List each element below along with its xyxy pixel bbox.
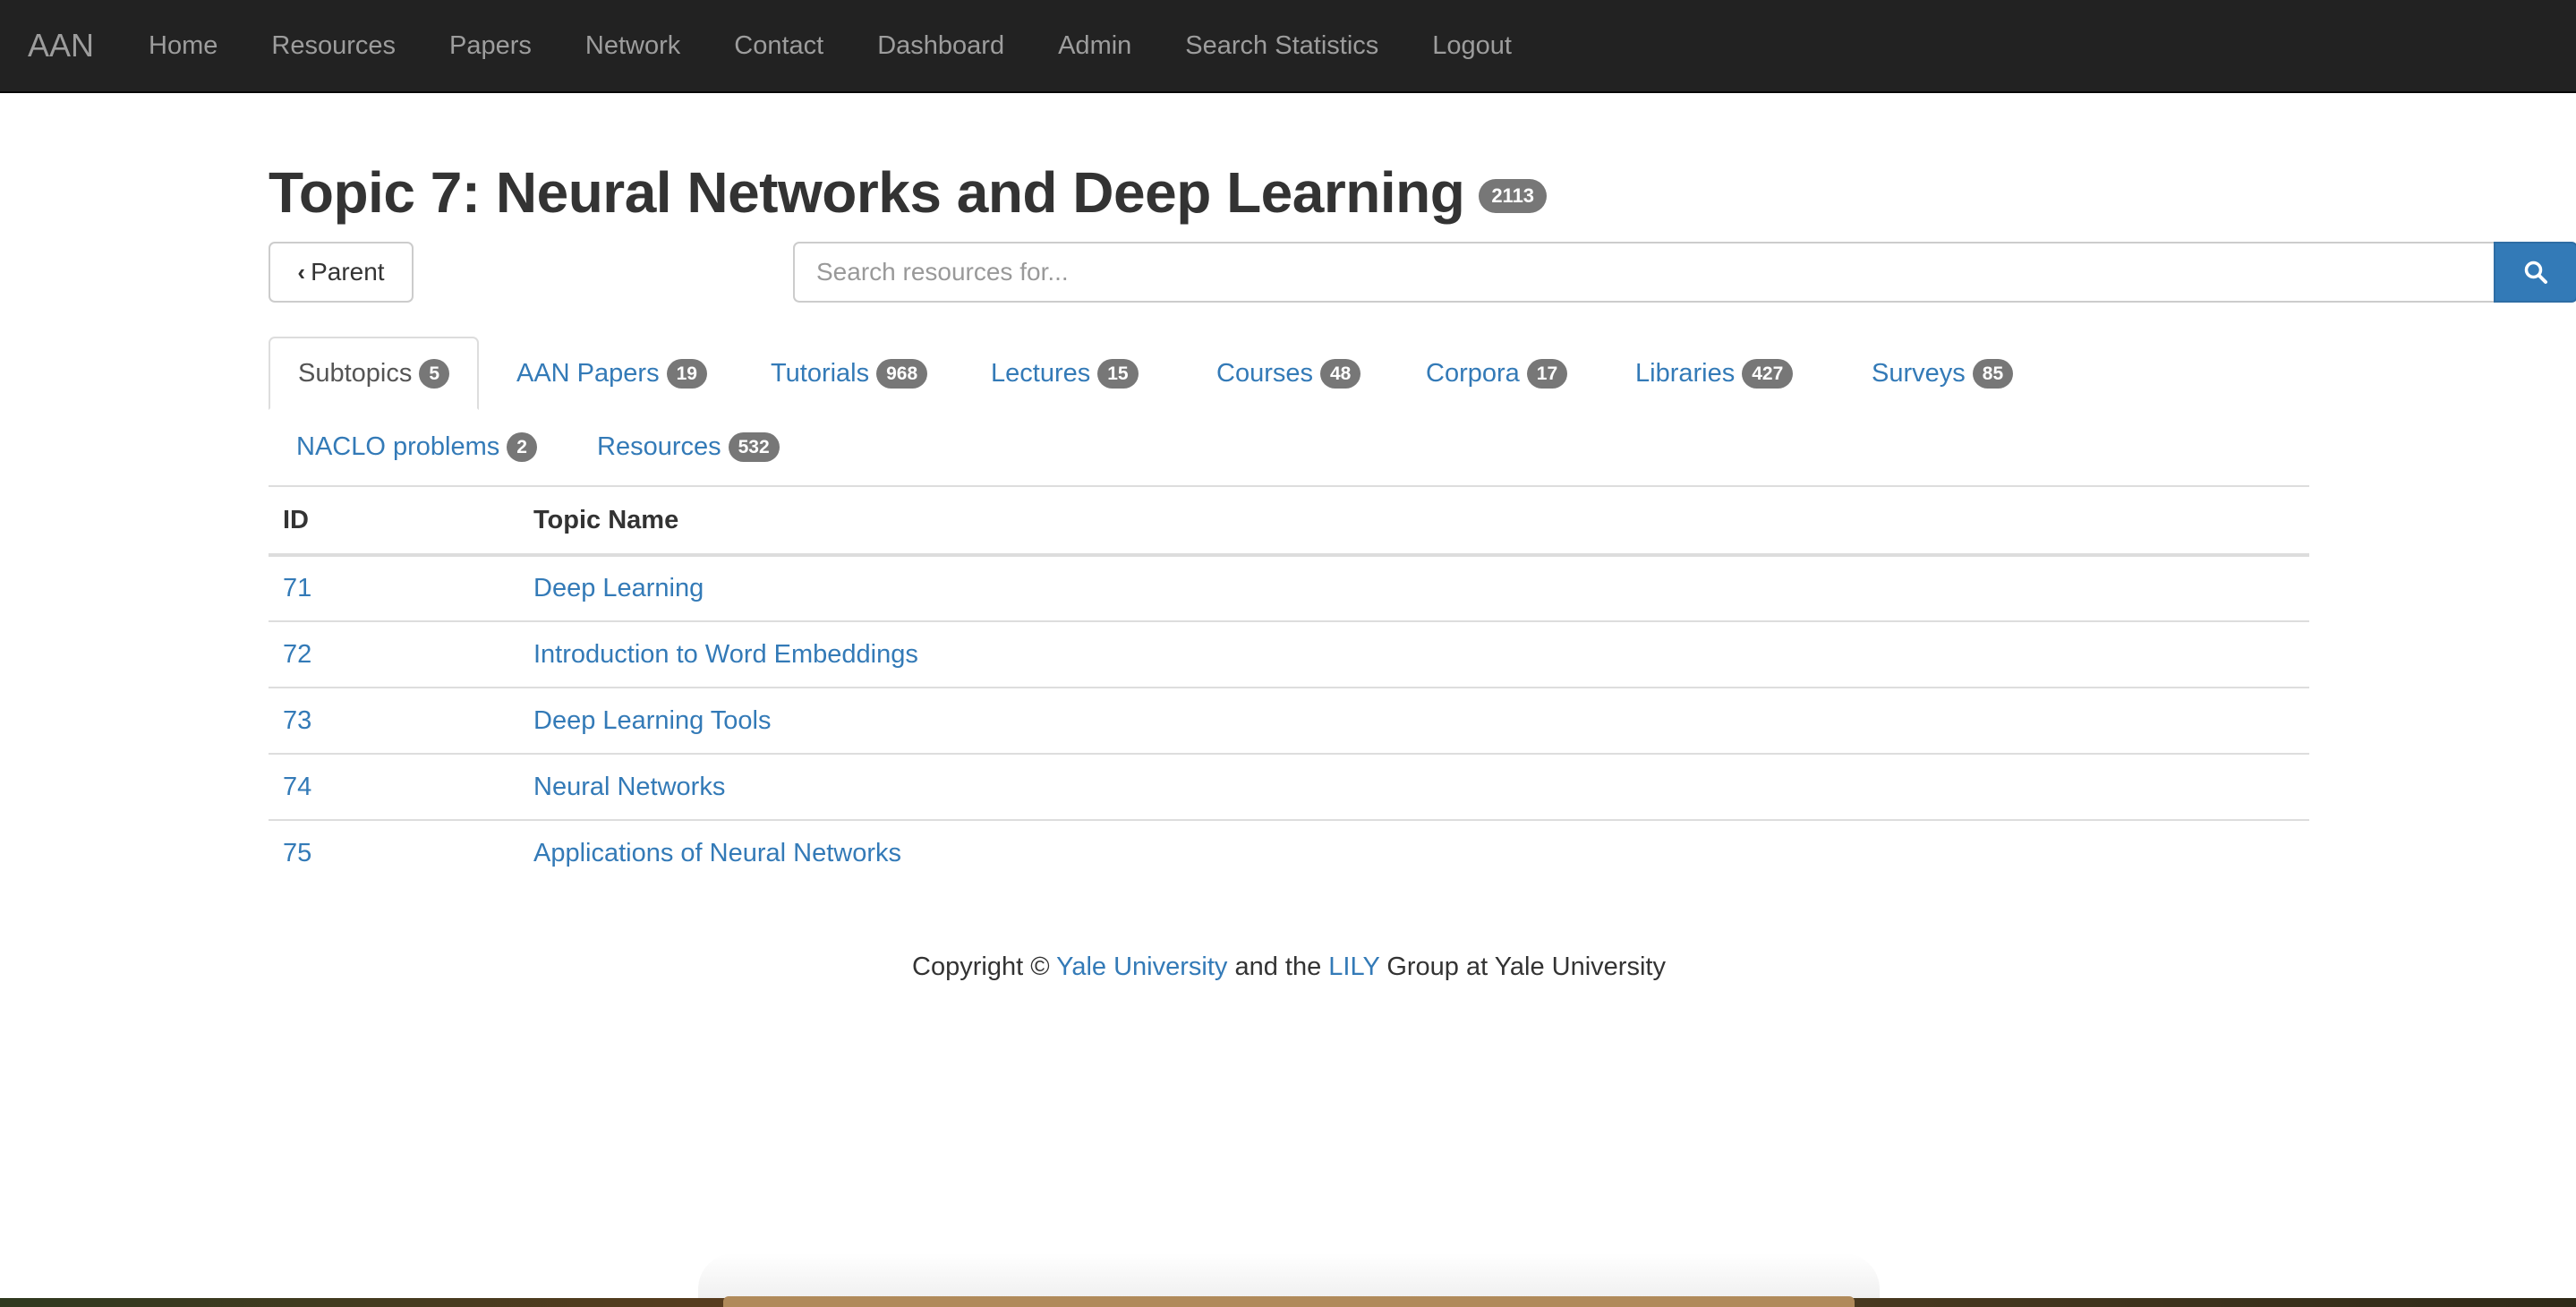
nav-search-statistics[interactable]: Search Statistics xyxy=(1158,31,1405,61)
topic-name-link[interactable]: Deep Learning xyxy=(533,574,704,602)
topic-name-link[interactable]: Applications of Neural Networks xyxy=(533,839,901,867)
tab-label: NACLO problems xyxy=(296,431,500,461)
topic-id-link[interactable]: 73 xyxy=(283,706,311,735)
table-row: 75 Applications of Neural Networks xyxy=(269,819,2309,886)
tab-count-badge: 19 xyxy=(666,358,707,389)
topic-count-badge: 2113 xyxy=(1479,179,1548,213)
column-header-id: ID xyxy=(269,487,519,557)
tab-count-badge: 15 xyxy=(1097,358,1139,389)
tab-label: Surveys xyxy=(1872,358,1966,388)
resource-tabs: Subtopics 5 AAN Papers 19 Tutorials 968 Lectur… xyxy=(269,337,2309,487)
nav-papers[interactable]: Papers xyxy=(422,31,559,61)
topic-id-link[interactable]: 71 xyxy=(283,574,311,602)
search-input[interactable] xyxy=(793,242,2494,303)
tab-count-badge: 85 xyxy=(1972,358,2014,389)
topic-name-link[interactable]: Deep Learning Tools xyxy=(533,706,772,735)
tab-label: Subtopics xyxy=(298,358,413,388)
tab-count-badge: 2 xyxy=(507,431,537,462)
tab-label: Libraries xyxy=(1635,358,1736,388)
topic-name-link[interactable]: Neural Networks xyxy=(533,773,725,801)
bottom-shadow xyxy=(698,1253,1880,1298)
nav-admin[interactable]: Admin xyxy=(1031,31,1158,61)
tab-count-badge: 532 xyxy=(728,431,780,462)
subtopics-table: ID Topic Name 71 Deep Learning 72 Introd… xyxy=(269,487,2309,886)
topic-id-link[interactable]: 75 xyxy=(283,839,311,867)
footer-prefix: Copyright © xyxy=(912,952,1050,981)
dock-edge xyxy=(723,1296,1855,1307)
title-row: Topic 7: Neural Networks and Deep Learni… xyxy=(269,159,1548,226)
table-row: 73 Deep Learning Tools xyxy=(269,687,2309,754)
lily-link[interactable]: LILY xyxy=(1328,952,1379,981)
tab-courses[interactable]: Courses 48 xyxy=(1189,337,1388,410)
tab-label: Tutorials xyxy=(771,358,870,388)
yale-university-link[interactable]: Yale University xyxy=(1056,952,1227,981)
topic-id-link[interactable]: 74 xyxy=(283,773,311,801)
tab-count-badge: 17 xyxy=(1526,358,1568,389)
brand-link[interactable]: AAN xyxy=(28,27,94,64)
column-header-topic-name: Topic Name xyxy=(519,487,2309,557)
table-row: 74 Neural Networks xyxy=(269,753,2309,820)
search-icon xyxy=(2524,261,2547,284)
tab-subtopics[interactable]: Subtopics 5 xyxy=(269,337,480,410)
nav-dashboard[interactable]: Dashboard xyxy=(850,31,1031,61)
chevron-left-icon: ‹ xyxy=(297,258,306,286)
tab-label: AAN Papers xyxy=(516,358,660,388)
nav-network[interactable]: Network xyxy=(559,31,707,61)
table-row: 71 Deep Learning xyxy=(269,555,2309,621)
tab-lectures[interactable]: Lectures 15 xyxy=(963,337,1166,410)
nav-resources[interactable]: Resources xyxy=(244,31,422,61)
nav-logout[interactable]: Logout xyxy=(1405,31,1539,61)
tab-count-badge: 5 xyxy=(419,358,450,389)
tab-corpora[interactable]: Corpora 17 xyxy=(1398,337,1595,410)
table-header-row: ID Topic Name xyxy=(269,487,2309,557)
tab-label: Courses xyxy=(1216,358,1313,388)
tab-tutorials[interactable]: Tutorials 968 xyxy=(743,337,955,410)
footer: Copyright © Yale University and the LILY… xyxy=(269,952,2309,982)
nav-contact[interactable]: Contact xyxy=(707,31,850,61)
tab-aan-papers[interactable]: AAN Papers 19 xyxy=(489,337,735,410)
tab-label: Lectures xyxy=(991,358,1091,388)
top-navbar: AAN Home Resources Papers Network Contac… xyxy=(0,0,2576,93)
search-group xyxy=(793,242,2576,303)
table-row: 72 Introduction to Word Embeddings xyxy=(269,620,2309,688)
search-button[interactable] xyxy=(2494,242,2576,303)
tab-count-badge: 968 xyxy=(876,358,928,389)
tab-libraries[interactable]: Libraries 427 xyxy=(1608,337,1821,410)
parent-button[interactable]: ‹ Parent xyxy=(269,242,414,303)
nav-home[interactable]: Home xyxy=(122,31,244,61)
topic-id-link[interactable]: 72 xyxy=(283,640,311,669)
tab-resources[interactable]: Resources 532 xyxy=(569,410,807,483)
tab-label: Resources xyxy=(597,431,721,461)
tab-naclo-problems[interactable]: NACLO problems 2 xyxy=(269,410,565,483)
tab-count-badge: 427 xyxy=(1742,358,1794,389)
page-title: Topic 7: Neural Networks and Deep Learni… xyxy=(269,160,1465,225)
browser-page: AAN Home Resources Papers Network Contac… xyxy=(0,0,2576,1298)
tab-label: Corpora xyxy=(1426,358,1520,388)
topic-name-link[interactable]: Introduction to Word Embeddings xyxy=(533,640,918,669)
footer-middle: and the xyxy=(1234,952,1322,981)
parent-button-label: Parent xyxy=(311,258,385,286)
tab-surveys[interactable]: Surveys 85 xyxy=(1844,337,2041,410)
tab-count-badge: 48 xyxy=(1320,358,1361,389)
footer-suffix: Group at Yale University xyxy=(1386,952,1666,981)
